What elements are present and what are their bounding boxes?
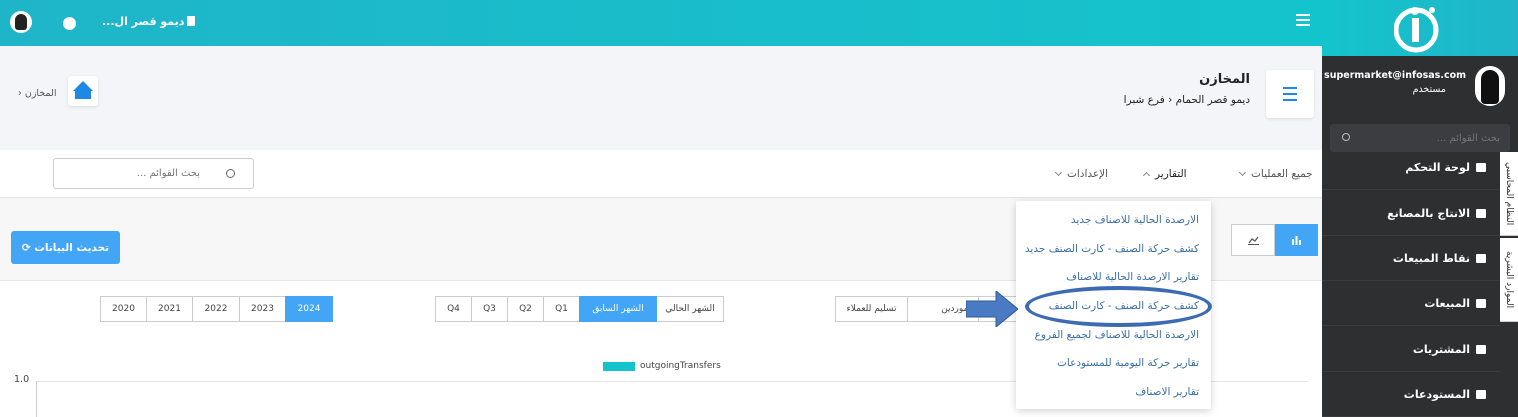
chart-legend[interactable]: outgoingTransfers — [603, 361, 721, 371]
sidebar-item-purchases[interactable]: المشتريات — [1322, 328, 1500, 372]
highlight-ellipse — [1025, 286, 1212, 327]
bar-chart-icon — [1292, 236, 1301, 245]
year-2023[interactable]: 2023 — [239, 296, 286, 322]
page-title: المخازن — [1199, 72, 1250, 87]
line-chart-button[interactable] — [1231, 224, 1275, 256]
chevron-down-icon — [1054, 168, 1063, 177]
list-icon — [1266, 70, 1314, 118]
period-q1[interactable]: Q1 — [543, 296, 580, 322]
menu-item-item-movement-card-new[interactable]: كشف حركة الصنف - كارت الصنف جديد — [1025, 243, 1199, 255]
truck-icon — [1476, 299, 1486, 308]
dashboard-icon — [1476, 163, 1486, 172]
breadcrumb-company[interactable]: ديمو قصر الحمام — [1176, 94, 1250, 106]
page-header: المخازن ديمو قصر الحمام ‹ فرع شبرا المخا… — [0, 56, 1322, 136]
refresh-data-button[interactable]: تحديث البيانات ⟳ — [11, 231, 120, 264]
bar-chart-button[interactable] — [1274, 224, 1318, 256]
year-selector: 2020 2021 2022 2023 2024 — [100, 296, 333, 322]
module-navbar: جميع العمليات التقارير الإعدادات — [0, 150, 1322, 198]
sidebar-vertical-tabs: النظام المحاسبي الموارد البشرية — [1500, 152, 1518, 322]
year-2020[interactable]: 2020 — [100, 296, 147, 322]
chevron-left-icon: ‹ — [1164, 94, 1173, 106]
language-globe-icon[interactable] — [63, 17, 76, 30]
company-name: ديمو قصر ال... — [102, 15, 185, 28]
menu-item-daily-warehouse-movement[interactable]: تقارير حركة اليومية للمستودعات — [1057, 357, 1199, 369]
period-previous-month[interactable]: الشهر السابق — [579, 296, 657, 322]
menu-item-balances-all-branches[interactable]: الارصدة الحالية للاصناف لجميع الفروع — [1035, 329, 1199, 341]
factory-icon — [1476, 209, 1486, 218]
sidebar-item-pos[interactable]: نقاط المبيعات — [1322, 237, 1500, 281]
user-block: supermarket@infosas.com مستخدم — [1322, 56, 1518, 118]
annotation-arrow-icon — [966, 291, 1018, 327]
tab-accounting[interactable]: النظام المحاسبي — [1500, 152, 1518, 236]
sidebar-item-factory-production[interactable]: الانتاج بالمصانع — [1322, 192, 1500, 236]
search-button[interactable] — [210, 158, 254, 189]
period-q3[interactable]: Q3 — [471, 296, 508, 322]
purchase-icon — [1476, 345, 1486, 354]
line-chart-icon — [1248, 236, 1259, 245]
chevron-down-icon — [1238, 168, 1247, 177]
pos-icon — [1476, 254, 1486, 263]
period-q4[interactable]: Q4 — [435, 296, 472, 322]
building-icon — [187, 16, 196, 26]
company-switcher[interactable]: ديمو قصر ال... — [102, 15, 196, 28]
nav-reports[interactable]: التقارير — [1142, 168, 1187, 180]
year-2024[interactable]: 2024 — [285, 296, 333, 322]
sidebar: supermarket@infosas.com مستخدم لوحة التح… — [1322, 0, 1518, 417]
warehouse-icon — [1476, 390, 1486, 399]
period-q2[interactable]: Q2 — [507, 296, 544, 322]
breadcrumb: ديمو قصر الحمام ‹ فرع شبرا — [1124, 94, 1250, 106]
period-current-month[interactable]: الشهر الحالي — [656, 296, 724, 322]
sidebar-item-sales[interactable]: المبيعات — [1322, 282, 1500, 326]
home-icon[interactable] — [68, 76, 98, 106]
user-role: مستخدم — [1412, 84, 1446, 95]
chevron-up-icon — [1142, 171, 1151, 180]
user-email: supermarket@infosas.com — [1324, 70, 1466, 81]
tab-hr[interactable]: الموارد البشرية — [1500, 238, 1518, 322]
period-selector: Q4 Q3 Q2 Q1 الشهر السابق الشهر الحالي — [435, 296, 724, 322]
filter-customer-delivery[interactable]: تسليم للعملاء — [835, 296, 908, 322]
nav-all-operations[interactable]: جميع العمليات — [1238, 168, 1313, 180]
legend-label: outgoingTransfers — [640, 361, 721, 371]
search-icon — [1342, 133, 1350, 141]
chevron-icon: ‹ — [18, 88, 22, 99]
legend-swatch — [603, 361, 635, 371]
menu-item-item-reports[interactable]: تقارير الاصناف — [1135, 386, 1199, 398]
year-2021[interactable]: 2021 — [146, 296, 193, 322]
y-axis-line — [36, 381, 37, 417]
sidebar-item-dashboard[interactable]: لوحة التحكم — [1322, 146, 1500, 190]
menu-item-current-balances-reports[interactable]: تقارير الارصدة الحالية للاصناف — [1066, 271, 1199, 283]
year-2022[interactable]: 2022 — [192, 296, 240, 322]
menu-search-input[interactable] — [53, 158, 211, 189]
nav-settings[interactable]: الإعدادات — [1054, 168, 1108, 180]
menu-item-current-balances-new[interactable]: الارصدة الحالية للاصناف جديد — [1071, 214, 1199, 226]
user-avatar[interactable] — [1475, 66, 1505, 106]
breadcrumb-current: المخازن ‹ — [18, 88, 57, 99]
y-axis-max-label: 1.0 — [14, 374, 30, 385]
infosas-logo-icon — [1394, 7, 1439, 53]
user-avatar-icon[interactable] — [10, 11, 32, 33]
hamburger-menu-icon[interactable] — [1296, 14, 1310, 26]
top-bar: ديمو قصر ال... — [0, 0, 1322, 46]
breadcrumb-branch[interactable]: فرع شبرا — [1124, 94, 1165, 106]
sidebar-item-warehouses[interactable]: المستودعات — [1322, 373, 1500, 417]
logo — [1322, 0, 1518, 56]
